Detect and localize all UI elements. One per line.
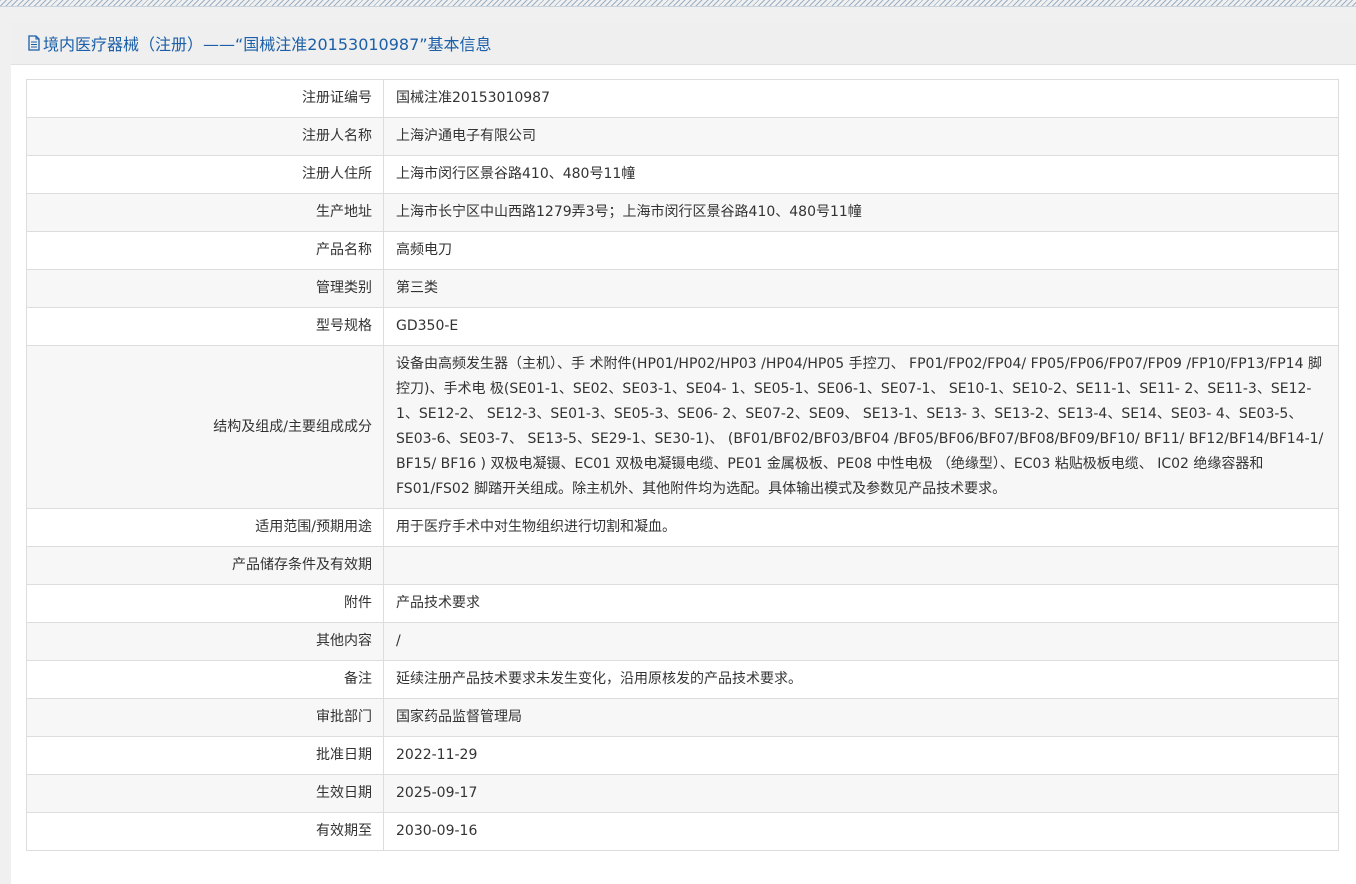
table-row: 结构及组成/主要组成成分 设备由高频发生器（主机）、手 术附件(HP01/HP0… [26, 345, 1339, 509]
row-label: 结构及组成/主要组成成分 [26, 345, 384, 509]
page-title: 境内医疗器械（注册）——“国械注准20153010987”基本信息 [43, 35, 492, 54]
table-row: 生产地址 上海市长宁区中山西路1279弄3号；上海市闵行区景谷路410、480号… [26, 193, 1339, 232]
row-label: 其他内容 [26, 622, 384, 661]
top-decorative-border [0, 0, 1356, 7]
row-value: GD350-E [383, 307, 1339, 346]
table-row: 注册人名称 上海沪通电子有限公司 [26, 117, 1339, 156]
row-label: 审批部门 [26, 698, 384, 737]
table-row: 备注 延续注册产品技术要求未发生变化，沿用原核发的产品技术要求。 [26, 660, 1339, 699]
row-value: 2022-11-29 [383, 736, 1339, 775]
row-label: 生效日期 [26, 774, 384, 813]
row-label: 型号规格 [26, 307, 384, 346]
info-table: 注册证编号 国械注准20153010987 注册人名称 上海沪通电子有限公司 注… [26, 79, 1339, 851]
row-value: 高频电刀 [383, 231, 1339, 270]
table-row: 产品名称 高频电刀 [26, 231, 1339, 270]
table-row: 审批部门 国家药品监督管理局 [26, 698, 1339, 737]
row-value: 产品技术要求 [383, 584, 1339, 623]
table-row: 适用范围/预期用途 用于医疗手术中对生物组织进行切割和凝血。 [26, 508, 1339, 547]
row-value: 2030-09-16 [383, 812, 1339, 851]
table-row: 有效期至 2030-09-16 [26, 812, 1339, 851]
table-row: 批准日期 2022-11-29 [26, 736, 1339, 775]
table-row: 生效日期 2025-09-17 [26, 774, 1339, 813]
row-value: 上海沪通电子有限公司 [383, 117, 1339, 156]
row-label: 管理类别 [26, 269, 384, 308]
panel-header: 境内医疗器械（注册）——“国械注准20153010987”基本信息 [11, 22, 1356, 65]
row-value: 国家药品监督管理局 [383, 698, 1339, 737]
row-label: 备注 [26, 660, 384, 699]
table-row: 其他内容 / [26, 622, 1339, 661]
row-label: 适用范围/预期用途 [26, 508, 384, 547]
row-value: 设备由高频发生器（主机）、手 术附件(HP01/HP02/HP03 /HP04/… [383, 345, 1339, 509]
row-label: 产品名称 [26, 231, 384, 270]
table-row: 产品储存条件及有效期 [26, 546, 1339, 585]
row-label: 注册人住所 [26, 155, 384, 194]
table-row: 注册证编号 国械注准20153010987 [26, 79, 1339, 118]
row-label: 附件 [26, 584, 384, 623]
row-label: 产品储存条件及有效期 [26, 546, 384, 585]
row-label: 生产地址 [26, 193, 384, 232]
row-label: 有效期至 [26, 812, 384, 851]
device-info-panel: 境内医疗器械（注册）——“国械注准20153010987”基本信息 注册证编号 … [11, 22, 1356, 884]
row-label: 注册人名称 [26, 117, 384, 156]
row-value: 国械注准20153010987 [383, 79, 1339, 118]
row-value: 上海市闵行区景谷路410、480号11幢 [383, 155, 1339, 194]
table-row: 注册人住所 上海市闵行区景谷路410、480号11幢 [26, 155, 1339, 194]
row-value [383, 546, 1339, 585]
row-value: 上海市长宁区中山西路1279弄3号；上海市闵行区景谷路410、480号11幢 [383, 193, 1339, 232]
table-row: 附件 产品技术要求 [26, 584, 1339, 623]
row-value: 延续注册产品技术要求未发生变化，沿用原核发的产品技术要求。 [383, 660, 1339, 699]
row-label: 批准日期 [26, 736, 384, 775]
row-value: / [383, 622, 1339, 661]
table-row: 管理类别 第三类 [26, 269, 1339, 308]
row-value: 第三类 [383, 269, 1339, 308]
row-value: 2025-09-17 [383, 774, 1339, 813]
row-value: 用于医疗手术中对生物组织进行切割和凝血。 [383, 508, 1339, 547]
table-row: 型号规格 GD350-E [26, 307, 1339, 346]
row-label: 注册证编号 [26, 79, 384, 118]
document-icon [28, 35, 40, 51]
